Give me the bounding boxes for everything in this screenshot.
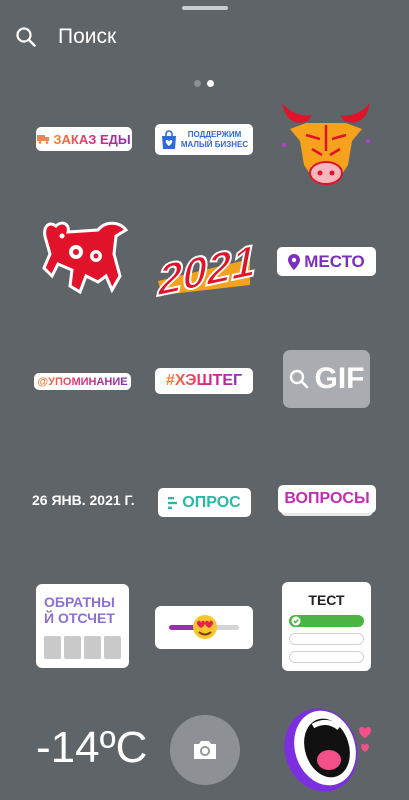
sticker-hashtag[interactable]: #ХЭШТЕГ [155, 368, 253, 394]
countdown-line-1: ОБРАТНЫ [44, 594, 115, 610]
page-dot-1 [194, 80, 201, 87]
countdown-digit-cells [44, 636, 121, 659]
gif-label: GIF [314, 362, 365, 395]
hashtag-label: #ХЭШТЕГ [165, 372, 243, 389]
check-icon [291, 616, 301, 626]
sheet-drag-handle[interactable] [182, 6, 228, 10]
sticker-golden-ox[interactable] [276, 95, 376, 189]
ox-2021-icon: 2021 [156, 235, 257, 306]
support-business-line-1: ПОДДЕРЖИМ [187, 129, 242, 139]
questions-label: ВОПРОСЫ [284, 490, 370, 507]
truck-icon [37, 135, 50, 144]
sticker-poll[interactable]: ОПРОС [158, 488, 251, 517]
sticker-support-small-business[interactable]: ПОДДЕРЖИМ МАЛЫЙ БИЗНЕС [155, 124, 253, 155]
location-label: МЕСТО [304, 251, 365, 271]
search-icon [16, 27, 36, 47]
sticker-temperature[interactable]: -14ºC [36, 723, 147, 773]
sticker-mention[interactable]: @УПОМИНАНИЕ [34, 373, 131, 390]
countdown-line-2: Й ОТСЧЕТ [44, 610, 115, 626]
shopping-bag-heart-icon [161, 129, 176, 149]
sticker-questions[interactable]: ВОПРОСЫ [278, 485, 376, 521]
countdown-cell [104, 636, 121, 659]
countdown-cell [44, 636, 61, 659]
camera-icon [194, 741, 216, 759]
shouting-mouth-icon [284, 708, 371, 792]
location-pin-icon [288, 253, 301, 270]
poll-label: ОПРОС [182, 493, 241, 511]
quiz-option-correct [289, 615, 364, 627]
quiz-option [289, 651, 364, 663]
heart-eyes-emoji-icon [193, 615, 217, 639]
golden-ox-head-icon [282, 103, 370, 185]
quiz-label: ТЕСТ [308, 592, 345, 608]
search-icon [289, 369, 308, 389]
search-bar[interactable]: Поиск [16, 22, 116, 52]
support-business-line-2: МАЛЫЙ БИЗНЕС [180, 139, 249, 149]
page-dot-2 [207, 80, 214, 87]
sticker-countdown[interactable]: ОБРАТНЫ Й ОТСЧЕТ [36, 584, 129, 668]
countdown-cell [64, 636, 81, 659]
year-2021-label: 2021 [157, 236, 256, 299]
sticker-paper-cut-ox[interactable] [36, 210, 132, 302]
quiz-option [289, 633, 364, 645]
search-label: Поиск [58, 25, 117, 48]
page-indicator [194, 80, 214, 87]
sticker-shouting-mouth[interactable] [277, 700, 377, 795]
emoji-slider-track [169, 615, 239, 639]
countdown-cell [84, 636, 101, 659]
mention-label: @УПОМИНАНИЕ [37, 375, 128, 388]
sticker-location[interactable]: МЕСТО [277, 247, 376, 276]
sticker-quiz[interactable]: ТЕСТ [282, 582, 371, 671]
red-ox-papercut-icon [42, 221, 129, 295]
sticker-food-order[interactable]: ЗАКАЗ ЕДЫ [36, 127, 132, 151]
sticker-date[interactable]: 26 ЯНВ. 2021 Г. [32, 492, 135, 508]
food-order-label: ЗАКАЗ ЕДЫ [53, 131, 131, 147]
sticker-2021[interactable]: 2021 [152, 225, 257, 306]
sticker-emoji-slider[interactable] [155, 606, 253, 649]
questions-card: ВОПРОСЫ [278, 485, 376, 513]
poll-bars-icon [168, 496, 178, 509]
camera-button[interactable] [170, 715, 240, 785]
sticker-gif[interactable]: GIF [283, 350, 370, 408]
